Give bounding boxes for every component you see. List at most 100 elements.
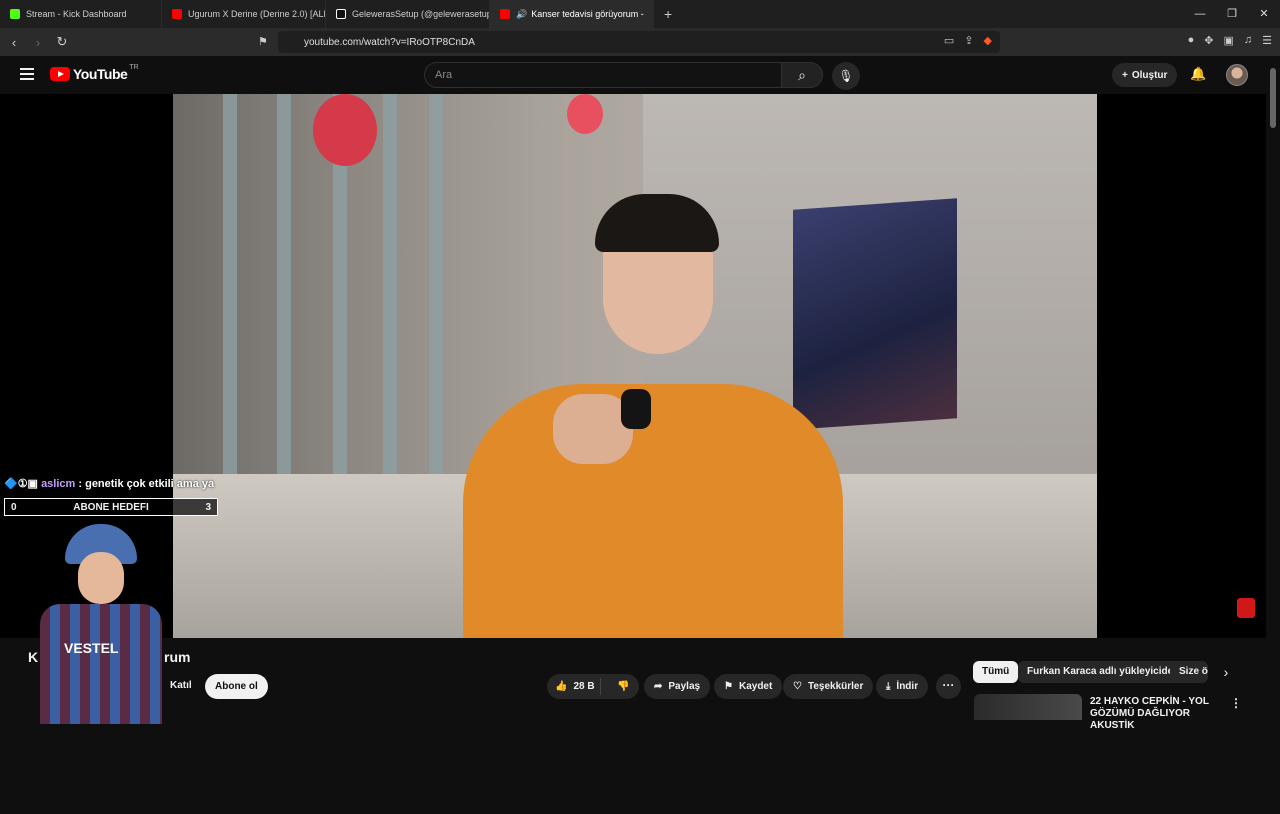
brave-shield-icon[interactable]: ◆ bbox=[984, 34, 992, 47]
video-scene-rail bbox=[223, 94, 237, 494]
subscriber-goal-bar: 0 ABONE HEDEFI 3 bbox=[4, 498, 218, 516]
close-window-icon[interactable]: ✕ bbox=[1248, 0, 1280, 28]
bookmark-save-icon: ⚑ bbox=[724, 681, 733, 692]
tab-youtube-ugurum[interactable]: Ugurum X Derine (Derine 2.0) [ALPEK bbox=[162, 0, 326, 28]
youtube-wordmark: YouTube bbox=[73, 66, 128, 82]
notifications-bell-icon[interactable]: 🔔 bbox=[1190, 66, 1206, 82]
new-tab-button[interactable]: + bbox=[654, 6, 682, 22]
cast-icon[interactable]: ▭ bbox=[944, 34, 954, 47]
plus-icon: + bbox=[1122, 69, 1128, 81]
region-code: TR bbox=[129, 63, 139, 71]
browser-tab-bar: Stream - Kick Dashboard Ugurum X Derine … bbox=[0, 0, 1280, 28]
close-tab-icon[interactable]: ✕ bbox=[644, 8, 653, 21]
recommendation-title[interactable]: 22 HAYKO CEPKİN - YOL GÖZÜMÜ DAĞLIYOR AK… bbox=[1090, 696, 1218, 732]
download-label: İndir bbox=[896, 681, 919, 692]
guide-menu-icon[interactable] bbox=[20, 68, 34, 80]
save-button[interactable]: ⚑ Kaydet bbox=[714, 674, 783, 699]
video-scene-lamp bbox=[567, 94, 603, 134]
kick-favicon-icon bbox=[10, 9, 20, 19]
extensions-area: ● ✥ ▣ ♫ ☰ bbox=[1188, 34, 1272, 47]
microphone-icon: 🎙 bbox=[838, 69, 854, 83]
join-button[interactable]: Katıl bbox=[160, 674, 202, 698]
speaker-icon: 🔊 bbox=[516, 8, 528, 19]
page-scrollbar[interactable] bbox=[1266, 56, 1280, 720]
wallet-icon[interactable]: ▣ bbox=[1223, 34, 1233, 47]
save-label: Kaydet bbox=[738, 681, 773, 692]
video-scene-rail bbox=[277, 94, 291, 494]
back-icon[interactable]: ‹ bbox=[4, 35, 24, 50]
chip-for-you[interactable]: Size ö bbox=[1170, 661, 1208, 683]
search-button[interactable]: ⌕ bbox=[781, 62, 823, 88]
video-scene-balloon bbox=[313, 94, 377, 166]
tab-kick-dashboard[interactable]: Stream - Kick Dashboard bbox=[0, 0, 162, 28]
url-text: youtube.com/watch?v=IRoOTP8CnDA bbox=[304, 36, 475, 48]
voice-search-button[interactable]: 🎙 bbox=[832, 62, 860, 90]
thanks-button[interactable]: ♡ Teşekkürler bbox=[783, 674, 874, 699]
download-button[interactable]: ⤓ İndir bbox=[876, 674, 929, 699]
more-actions-button[interactable]: ··· bbox=[936, 674, 961, 699]
channel-watermark-icon[interactable] bbox=[1237, 598, 1255, 618]
video-person-shirt bbox=[463, 384, 843, 638]
share-icon[interactable]: ⇪ bbox=[964, 34, 973, 47]
dislike-button[interactable]: 👎 bbox=[607, 681, 639, 692]
share-button[interactable]: ➦ Paylaş bbox=[644, 674, 711, 699]
video-title: K rum bbox=[28, 649, 190, 665]
forward-icon[interactable]: › bbox=[28, 35, 48, 50]
chips-next-icon[interactable]: › bbox=[1216, 662, 1236, 682]
chat-text: : genetik çok etkili ama ya bbox=[78, 478, 215, 490]
chip-from-uploader[interactable]: Furkan Karaca adlı yükleyiciden bbox=[1018, 661, 1189, 683]
recommendation-menu-icon[interactable]: ⋮ bbox=[1230, 696, 1242, 710]
reload-icon[interactable]: ↻ bbox=[52, 34, 72, 50]
like-count: 28 B bbox=[573, 681, 595, 692]
chat-badges-icon: 🔷①▣ bbox=[4, 478, 38, 490]
create-label: Oluştur bbox=[1131, 69, 1168, 81]
youtube-play-icon bbox=[50, 67, 70, 81]
video-title-start: K bbox=[28, 649, 39, 665]
restore-icon[interactable]: ❐ bbox=[1216, 0, 1248, 28]
thumbs-up-icon: 👍 bbox=[555, 681, 568, 692]
like-button[interactable]: 👍 28 B bbox=[547, 678, 602, 695]
youtube-favicon-icon bbox=[172, 9, 182, 19]
tab-label: GelewerasSetup (@gelewerasetup) | T bbox=[352, 9, 490, 19]
media-icon[interactable]: ♫ bbox=[1244, 34, 1252, 47]
thanks-icon: ♡ bbox=[793, 681, 802, 692]
video-scene-rail bbox=[429, 94, 443, 494]
youtube-masthead: YouTube TR ⌕ 🎙 + Oluştur 🔔 bbox=[0, 56, 1266, 94]
chip-all[interactable]: Tümü bbox=[973, 661, 1019, 683]
share-label: Paylaş bbox=[668, 681, 701, 692]
video-frame[interactable] bbox=[173, 94, 1097, 638]
tab-youtube-active[interactable]: 🔊 Kanser tedavisi görüyorum - ✕ bbox=[490, 0, 654, 28]
tab-tiktok-gelewera[interactable]: GelewerasSetup (@gelewerasetup) | T bbox=[326, 0, 490, 28]
tiktok-favicon-icon bbox=[336, 9, 346, 19]
download-icon: ⤓ bbox=[886, 681, 891, 692]
tab-label: Stream - Kick Dashboard bbox=[26, 9, 127, 19]
goal-label: ABONE HEDEFI bbox=[73, 501, 149, 513]
window-controls: — ❐ ✕ bbox=[1184, 0, 1280, 28]
streamer-face bbox=[78, 552, 124, 604]
chat-username: aslicm bbox=[41, 478, 76, 490]
scrollbar-thumb[interactable] bbox=[1270, 68, 1276, 128]
extensions-puzzle-icon[interactable]: ✥ bbox=[1204, 34, 1213, 47]
thanks-label: Teşekkürler bbox=[807, 681, 864, 692]
create-button[interactable]: + Oluştur bbox=[1112, 63, 1178, 87]
recommendation-thumbnail[interactable] bbox=[974, 694, 1082, 720]
menu-icon[interactable]: ☰ bbox=[1262, 34, 1272, 47]
video-title-end: rum bbox=[164, 649, 191, 665]
extension-cookie-icon[interactable]: ● bbox=[1188, 34, 1195, 47]
account-avatar[interactable] bbox=[1226, 64, 1248, 86]
tab-label: Kanser tedavisi görüyorum - bbox=[531, 9, 644, 19]
search-input[interactable] bbox=[435, 63, 781, 87]
tab-label: Ugurum X Derine (Derine 2.0) [ALPEK bbox=[188, 9, 325, 19]
goal-target: 3 bbox=[205, 501, 211, 513]
bookmark-icon[interactable]: ⚑ bbox=[258, 35, 268, 48]
url-actions: ▭ ⇪ ◆ bbox=[944, 34, 992, 47]
youtube-logo[interactable]: YouTube TR bbox=[50, 63, 139, 82]
subscribe-button[interactable]: Abone ol bbox=[205, 674, 268, 699]
minimize-icon[interactable]: — bbox=[1184, 0, 1216, 28]
video-player[interactable]: 🔷①▣ aslicm : genetik çok etkili ama ya 0… bbox=[0, 94, 1266, 724]
video-scene-rail bbox=[383, 94, 397, 494]
search-icon: ⌕ bbox=[798, 67, 806, 83]
youtube-favicon-icon bbox=[500, 9, 510, 19]
search-box bbox=[424, 62, 782, 88]
url-field[interactable]: youtube.com/watch?v=IRoOTP8CnDA bbox=[278, 31, 1000, 53]
